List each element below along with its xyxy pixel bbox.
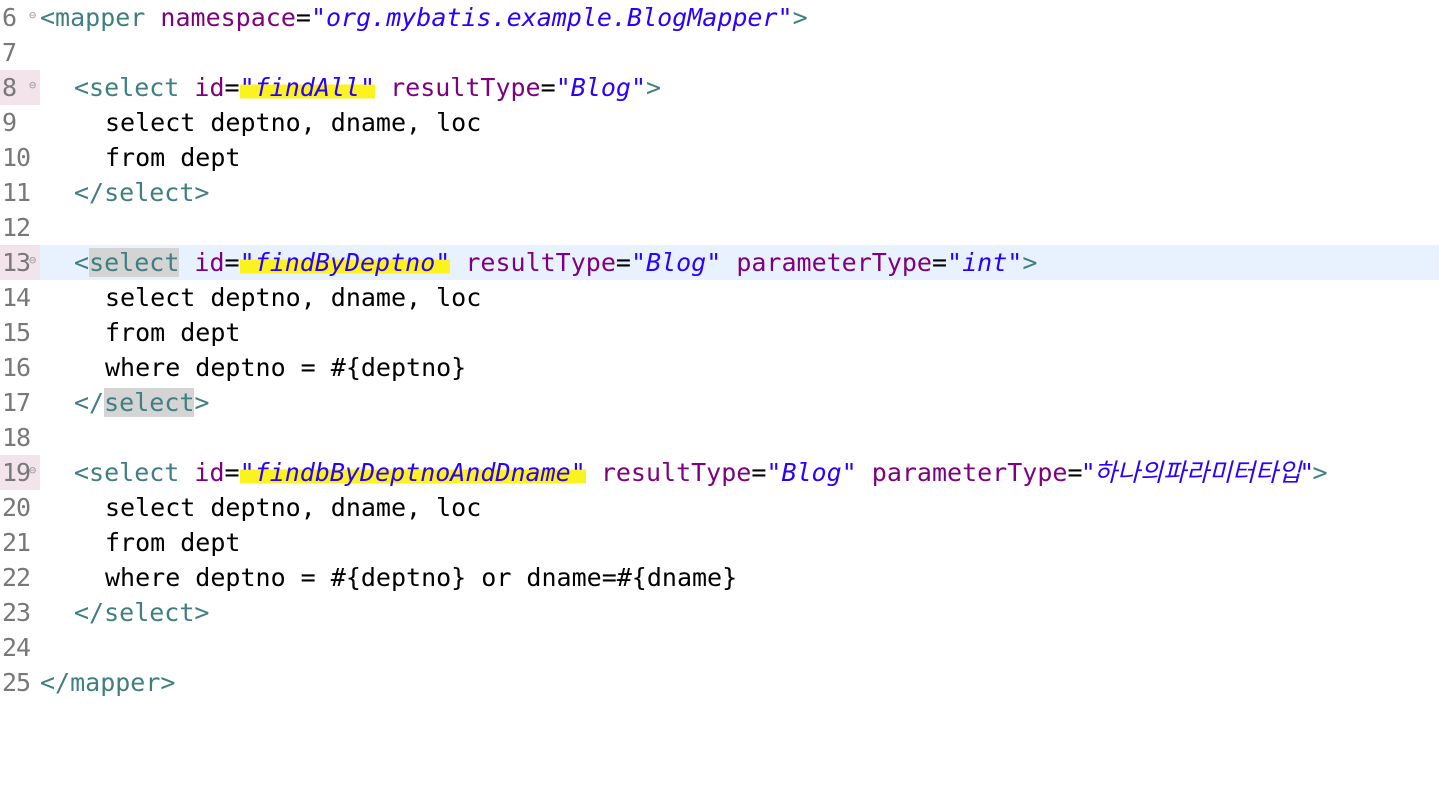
fold-collapse-icon[interactable]: ⊖ [29, 70, 36, 100]
tag-name-occurrence: select [104, 388, 195, 417]
line-number: 20 [2, 493, 31, 522]
attr-value: "Blog" [766, 458, 857, 487]
line-number: 9 [2, 108, 17, 137]
code-line-6[interactable]: 6 ⊖ <mapper namespace="org.mybatis.examp… [0, 0, 1439, 35]
attr-name: id [179, 73, 225, 102]
tag-name-occurrence: select [89, 248, 180, 277]
code-line-12[interactable]: 12 [0, 210, 1439, 245]
line-number: 14 [2, 283, 31, 312]
attr-name: namespace [145, 3, 296, 32]
code-line-14[interactable]: 14 select deptno, dname, loc [0, 280, 1439, 315]
tag-close: > [646, 73, 662, 102]
line-number: 18 [2, 423, 31, 452]
attr-value-korean: "하나의파라미터타입" [1082, 458, 1313, 487]
tag-close: > [1312, 458, 1328, 487]
tag-bracket: < [74, 248, 90, 277]
fold-collapse-icon[interactable]: ⊖ [29, 0, 36, 30]
code-line-24[interactable]: 24 [0, 630, 1439, 665]
attr-name: resultType [585, 458, 752, 487]
line-number: 21 [2, 528, 31, 557]
fold-collapse-icon[interactable]: ⊖ [29, 455, 36, 485]
attr-value-highlighted: "findbByDeptnoAndDname" [239, 458, 586, 487]
code-line-21[interactable]: 21 from dept [0, 525, 1439, 560]
line-number: 23 [2, 598, 31, 627]
attr-value-highlighted: "findByDeptno" [239, 248, 451, 277]
fold-collapse-icon[interactable]: ⊖ [29, 245, 36, 275]
equals: = [224, 248, 240, 277]
code-line-25[interactable]: 25 </mapper> [0, 665, 1439, 700]
xml-editor[interactable]: 6 ⊖ <mapper namespace="org.mybatis.examp… [0, 0, 1439, 701]
tag-close: > [792, 3, 808, 32]
code-line-10[interactable]: 10 from dept [0, 140, 1439, 175]
sql-text: select deptno, dname, loc [105, 108, 482, 137]
tag-bracket: </ [74, 388, 105, 417]
line-number: 17 [2, 388, 31, 417]
code-line-15[interactable]: 15 from dept [0, 315, 1439, 350]
code-line-22[interactable]: 22 where deptno = #{deptno} or dname=#{d… [0, 560, 1439, 595]
attr-name: id [179, 458, 225, 487]
code-line-20[interactable]: 20 select deptno, dname, loc [0, 490, 1439, 525]
attr-value: "Blog" [555, 73, 646, 102]
attr-name: parameterType [721, 248, 932, 277]
line-number: 24 [2, 633, 31, 662]
code-line-9[interactable]: 9 select deptno, dname, loc [0, 105, 1439, 140]
code-line-19[interactable]: 19 ⊖ <select id="findbByDeptnoAndDname" … [0, 455, 1439, 490]
tag-open: <mapper [40, 3, 146, 32]
code-line-17[interactable]: 17 </select> [0, 385, 1439, 420]
attr-value: "org.mybatis.example.BlogMapper" [310, 3, 793, 32]
attr-name: parameterType [856, 458, 1068, 487]
code-line-18[interactable]: 18 [0, 420, 1439, 455]
tag-end: </mapper> [40, 668, 176, 697]
attr-name: resultType [450, 248, 616, 277]
attr-name: resultType [375, 73, 541, 102]
line-number: 16 [2, 353, 31, 382]
line-number: 25 [2, 668, 31, 697]
sql-text: where deptno = #{deptno} [105, 353, 467, 382]
line-number: 11 [2, 178, 31, 207]
line-number: 10 [2, 143, 31, 172]
code-line-16[interactable]: 16 where deptno = #{deptno} [0, 350, 1439, 385]
attr-value: "int" [947, 248, 1023, 277]
tag-end: </select> [74, 178, 210, 207]
tag-close: > [1022, 248, 1038, 277]
code-line-7[interactable]: 7 [0, 35, 1439, 70]
equals: = [1067, 458, 1083, 487]
code-line-8[interactable]: 8 ⊖ <select id="findAll" resultType="Blo… [0, 70, 1439, 105]
sql-text: from dept [105, 143, 241, 172]
equals: = [224, 73, 240, 102]
attr-value-highlighted: "findAll" [239, 73, 376, 102]
line-number: 15 [2, 318, 31, 347]
code-line-23[interactable]: 23 </select> [0, 595, 1439, 630]
tag-open: <select [74, 73, 180, 102]
equals: = [224, 458, 240, 487]
equals: = [540, 73, 556, 102]
line-number: 7 [2, 38, 17, 67]
equals: = [751, 458, 767, 487]
sql-text: select deptno, dname, loc [105, 493, 482, 522]
line-number: 12 [2, 213, 31, 242]
sql-text: from dept [105, 318, 241, 347]
code-line-11[interactable]: 11 </select> [0, 175, 1439, 210]
tag-close: > [194, 388, 210, 417]
sql-text: where deptno = #{deptno} or dname=#{dnam… [105, 563, 738, 592]
equals: = [931, 248, 948, 277]
sql-text: from dept [105, 528, 241, 557]
attr-name: id [179, 248, 225, 277]
line-number: 22 [2, 563, 31, 592]
attr-value: "Blog" [630, 248, 722, 277]
sql-text: select deptno, dname, loc [105, 283, 482, 312]
code-line-13-current[interactable]: 13 ⊖ <select id="findByDeptno" resultTyp… [0, 245, 1439, 280]
tag-end: </select> [74, 598, 210, 627]
equals: = [615, 248, 631, 277]
tag-open: <select [74, 458, 180, 487]
equals: = [295, 3, 311, 32]
